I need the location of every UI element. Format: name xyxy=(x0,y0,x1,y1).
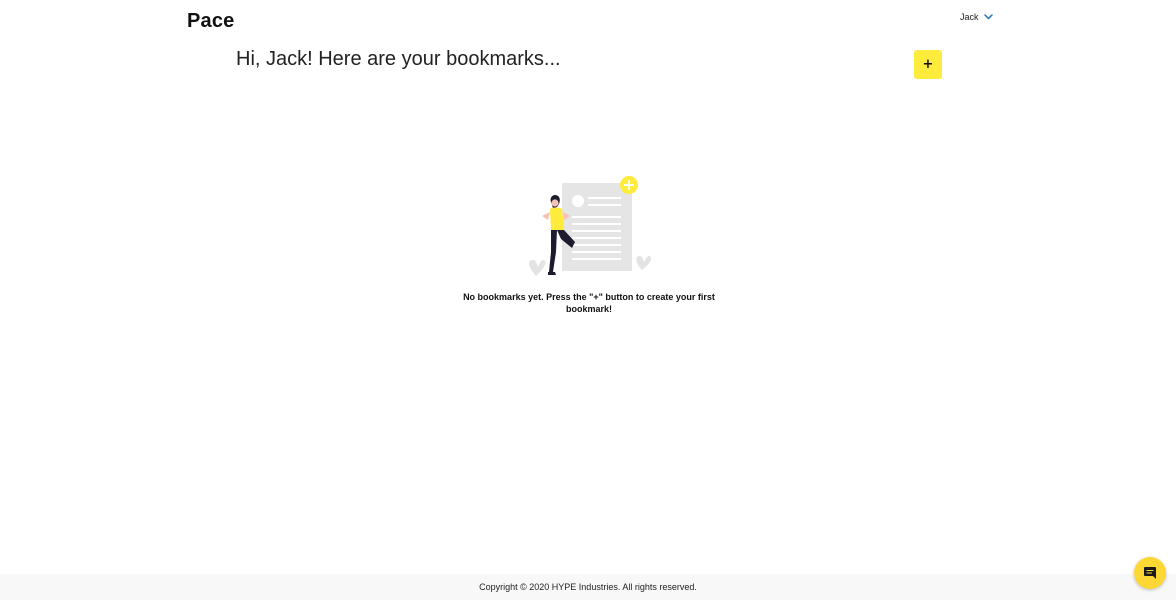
user-menu[interactable]: Jack xyxy=(960,12,993,22)
page: Pace Jack Hi, Jack! Here are your bookma… xyxy=(0,0,1176,600)
footer: Copyright © 2020 HYPE Industries. All ri… xyxy=(0,574,1176,600)
plant-left xyxy=(529,259,546,276)
copyright-text: Copyright © 2020 HYPE Industries. All ri… xyxy=(479,582,697,592)
empty-bookmarks-illustration xyxy=(529,176,652,276)
add-bookmark-button[interactable]: + xyxy=(914,50,942,79)
page-title: Hi, Jack! Here are your bookmarks... xyxy=(236,48,561,70)
user-name: Jack xyxy=(960,12,979,22)
chevron-down-icon xyxy=(983,14,993,20)
chat-bubble-icon xyxy=(1144,567,1156,579)
plant-right xyxy=(636,255,652,270)
app-logo[interactable]: Pace xyxy=(187,10,235,33)
chat-button[interactable] xyxy=(1134,557,1166,589)
empty-state-message: No bookmarks yet. Press the "+" button t… xyxy=(463,292,715,314)
avatar-circle xyxy=(572,195,584,207)
document-shape xyxy=(562,183,632,271)
